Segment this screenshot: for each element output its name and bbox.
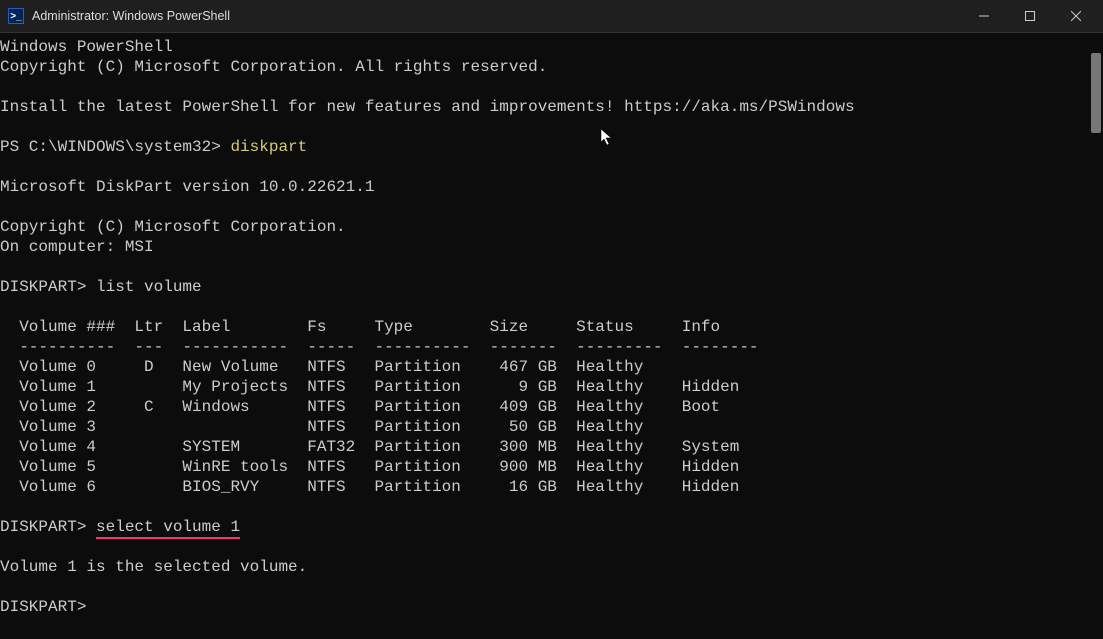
table-row: Volume 3 NTFS Partition 50 GB Healthy — [0, 418, 643, 436]
diskpart-prompt-1: DISKPART> — [0, 278, 96, 296]
select-response: Volume 1 is the selected volume. — [0, 558, 307, 576]
close-button[interactable] — [1053, 0, 1099, 32]
powershell-window: >_ Administrator: Windows PowerShell Win… — [0, 0, 1103, 639]
minimize-button[interactable] — [961, 0, 1007, 32]
close-icon — [1071, 11, 1081, 21]
diskpart-copyright: Copyright (C) Microsoft Corporation. — [0, 218, 346, 236]
table-row: Volume 1 My Projects NTFS Partition 9 GB… — [0, 378, 739, 396]
intro-line-1: Windows PowerShell — [0, 38, 173, 56]
scrollbar-track[interactable] — [1089, 33, 1103, 639]
minimize-icon — [979, 11, 989, 21]
table-row: Volume 0 D New Volume NTFS Partition 467… — [0, 358, 643, 376]
window-title: Administrator: Windows PowerShell — [32, 9, 230, 23]
terminal-area[interactable]: Windows PowerShell Copyright (C) Microso… — [0, 33, 1103, 639]
table-row: Volume 6 BIOS_RVY NTFS Partition 16 GB H… — [0, 478, 739, 496]
intro-line-2: Copyright (C) Microsoft Corporation. All… — [0, 58, 547, 76]
cmd-list-volume: list volume — [96, 278, 202, 296]
volume-table-header: Volume ### Ltr Label Fs Type Size Status… — [0, 318, 720, 336]
maximize-icon — [1025, 11, 1035, 21]
diskpart-prompt-3: DISKPART> — [0, 598, 86, 616]
table-row: Volume 4 SYSTEM FAT32 Partition 300 MB H… — [0, 438, 739, 456]
powershell-icon: >_ — [8, 8, 24, 24]
cmd-select-volume: select volume 1 — [96, 518, 240, 539]
table-row: Volume 5 WinRE tools NTFS Partition 900 … — [0, 458, 739, 476]
maximize-button[interactable] — [1007, 0, 1053, 32]
cmd-diskpart: diskpart — [230, 138, 307, 156]
diskpart-version: Microsoft DiskPart version 10.0.22621.1 — [0, 178, 374, 196]
titlebar[interactable]: >_ Administrator: Windows PowerShell — [0, 0, 1103, 33]
volume-table-divider: ---------- --- ----------- ----- -------… — [0, 338, 759, 356]
diskpart-computer: On computer: MSI — [0, 238, 154, 256]
ps-prompt: PS C:\WINDOWS\system32> — [0, 138, 230, 156]
scrollbar-thumb[interactable] — [1091, 53, 1101, 133]
diskpart-prompt-2: DISKPART> — [0, 518, 96, 536]
table-row: Volume 2 C Windows NTFS Partition 409 GB… — [0, 398, 720, 416]
terminal-output[interactable]: Windows PowerShell Copyright (C) Microso… — [0, 37, 1087, 639]
intro-line-3: Install the latest PowerShell for new fe… — [0, 98, 855, 116]
